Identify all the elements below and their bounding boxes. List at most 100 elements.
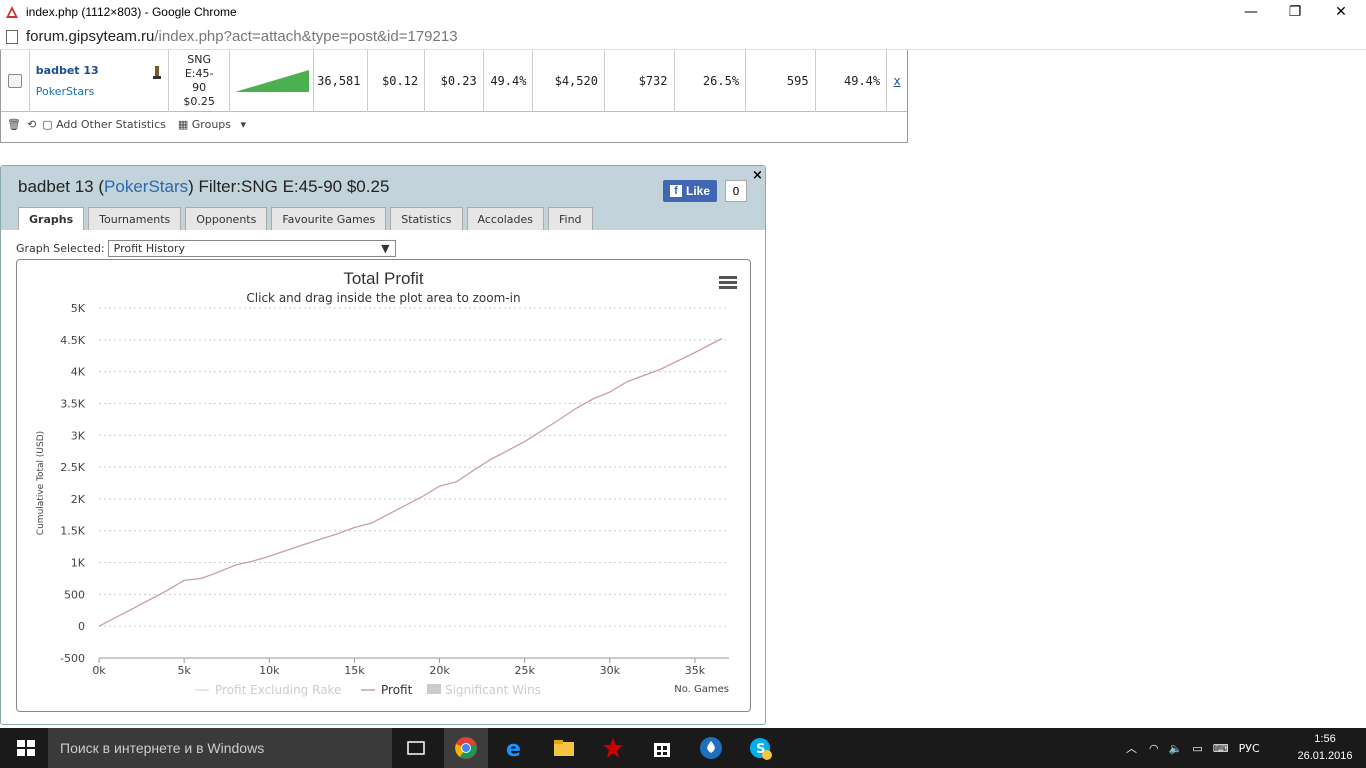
system-tray: ︿ ◠ 🔈 ▭ ⌨ РУС xyxy=(1126,728,1260,768)
tab-opponents[interactable]: Opponents xyxy=(185,207,268,230)
chrome-page-icon xyxy=(6,6,18,18)
y-tick-label: 2.5K xyxy=(60,461,85,474)
y-tick-label: 1.5K xyxy=(60,525,85,538)
x-tick-label: 0k xyxy=(92,664,106,677)
skype-icon[interactable]: S xyxy=(748,736,772,760)
y-tick-label: 4K xyxy=(71,366,86,379)
profit-cell: $4,520 xyxy=(533,50,605,112)
page-icon xyxy=(6,29,18,44)
legend-item[interactable]: Significant Wins xyxy=(445,683,541,697)
y-tick-label: 3K xyxy=(71,429,86,442)
url-text[interactable]: forum.gipsyteam.ru/index.php?act=attach&… xyxy=(26,28,458,45)
y-tick-label: 5K xyxy=(71,302,86,315)
tab-find[interactable]: Find xyxy=(547,207,593,230)
task-view-icon[interactable] xyxy=(404,736,428,760)
taskbar-clock[interactable]: 1:56 26.01.2016 xyxy=(1292,731,1358,765)
chrome-icon[interactable] xyxy=(454,736,478,760)
svg-text:e: e xyxy=(506,737,521,760)
y-tick-label: 3.5K xyxy=(60,397,85,410)
edge-icon[interactable]: e xyxy=(503,736,527,760)
groups-dropdown[interactable]: ▦ Groups ▾ xyxy=(178,118,246,131)
row-checkbox[interactable] xyxy=(7,74,22,88)
close-icon: ✕ xyxy=(1335,4,1347,20)
y-tick-label: 4.5K xyxy=(60,334,85,347)
close-profile-button[interactable]: × xyxy=(752,168,763,183)
x-axis-label: No. Games xyxy=(674,684,729,695)
stats-toolbar: 🗑 ⟲ ▢ Add Other Statistics ▦ Groups ▾ xyxy=(7,118,252,131)
remove-row-link[interactable]: x xyxy=(893,74,900,88)
profile-site-link[interactable]: PokerStars xyxy=(104,177,188,196)
network-icon[interactable]: ◠ xyxy=(1149,742,1159,755)
graph-select-dropdown[interactable]: Profit History ▼ xyxy=(107,240,396,257)
dropdown-arrow-icon: ▼ xyxy=(381,242,390,255)
window-titlebar: index.php (1112×803) - Google Chrome — ❐… xyxy=(0,0,1366,24)
pokerstars-icon[interactable] xyxy=(601,736,625,760)
sparkline-graph xyxy=(234,70,309,92)
tab-favourite-games[interactable]: Favourite Games xyxy=(271,207,387,230)
add-stats-button[interactable]: ▢ Add Other Statistics xyxy=(42,118,172,131)
player-site-link[interactable]: PokerStars xyxy=(36,85,95,98)
trash-icon[interactable]: 🗑 xyxy=(7,118,21,131)
profile-tabs: Graphs Tournaments Opponents Favourite G… xyxy=(18,207,597,230)
x-tick-label: 20k xyxy=(429,664,450,677)
close-window-button[interactable]: ✕ xyxy=(1318,0,1364,24)
x-tick-label: 35k xyxy=(685,664,706,677)
graph-selector: Graph Selected: Profit History ▼ xyxy=(16,240,396,257)
profile-title: badbet 13 (PokerStars) Filter:SNG E:45-9… xyxy=(18,177,390,196)
facebook-like-button[interactable]: f Like xyxy=(663,180,717,202)
filter-cell: SNG E:45- 90 $0.25 xyxy=(169,50,231,112)
volume-icon[interactable]: 🔈 xyxy=(1169,742,1183,755)
chess-piece-icon xyxy=(152,66,161,79)
profile-window: badbet 13 (PokerStars) Filter:SNG E:45-9… xyxy=(0,165,766,725)
itm-cell: 26.5% xyxy=(675,50,747,112)
minimize-button[interactable]: — xyxy=(1228,0,1274,24)
language-indicator[interactable]: РУС xyxy=(1239,742,1260,755)
tab-statistics[interactable]: Statistics xyxy=(390,207,463,230)
profile-header: badbet 13 (PokerStars) Filter:SNG E:45-9… xyxy=(1,166,765,230)
window-title: index.php (1112×803) - Google Chrome xyxy=(26,5,237,19)
avg-stake-cell: $0.12 xyxy=(368,50,426,112)
restore-button[interactable]: ❐ xyxy=(1272,0,1318,24)
chart-container[interactable]: Total Profit Click and drag inside the p… xyxy=(16,259,751,712)
x-tick-label: 30k xyxy=(600,664,621,677)
stats-table: badbet 13 PokerStars SNG E:45- 90 $0.25 … xyxy=(0,50,908,143)
tray-chevron-icon[interactable]: ︿ xyxy=(1126,740,1137,756)
keyboard-icon[interactable]: ⌨ xyxy=(1213,742,1229,755)
refresh-icon[interactable]: ⟲ xyxy=(27,118,36,131)
series-line-profit xyxy=(98,337,723,627)
rake-cell: $732 xyxy=(605,50,675,112)
x-tick-label: 15k xyxy=(344,664,365,677)
table-row: badbet 13 PokerStars SNG E:45- 90 $0.25 … xyxy=(1,50,907,112)
file-explorer-icon[interactable] xyxy=(552,736,576,760)
x-tick-label: 5k xyxy=(177,664,191,677)
y-tick-label: 1K xyxy=(71,557,86,570)
y-tick-label: 0 xyxy=(78,620,85,633)
facebook-icon: f xyxy=(669,185,682,197)
games-cell: 36,581 xyxy=(314,50,368,112)
windows-start-icon[interactable] xyxy=(14,736,38,760)
tab-graphs[interactable]: Graphs xyxy=(18,207,85,230)
profit-chart[interactable]: -500 0 500 1K 1.5K 2K 2.5K 3K 3.5K 4K 4.5K 5K 0k 5k 10… xyxy=(17,260,750,711)
y-tick-label: 500 xyxy=(64,588,85,601)
store-icon[interactable] xyxy=(650,736,674,760)
notification-icon[interactable]: ▭ xyxy=(1192,742,1202,755)
pct-cell: 49.4% xyxy=(816,50,888,112)
sparkline-cell xyxy=(230,50,314,112)
avg-profit-cell: $0.23 xyxy=(425,50,484,112)
rank-cell: 595 xyxy=(746,50,816,112)
like-count: 0 xyxy=(725,180,747,202)
address-bar[interactable]: forum.gipsyteam.ru/index.php?act=attach&… xyxy=(0,24,1366,50)
y-tick-label: 2K xyxy=(71,493,86,506)
tab-tournaments[interactable]: Tournaments xyxy=(88,207,182,230)
poker-app-icon[interactable] xyxy=(699,736,723,760)
legend-item[interactable]: Profit Excluding Rake xyxy=(215,683,341,697)
legend-swatch xyxy=(427,684,441,694)
taskbar: Поиск в интернете и в Windows e S ︿ ◠ 🔈 … xyxy=(0,728,1366,768)
roi-cell: 49.4% xyxy=(484,50,534,112)
minimize-icon: — xyxy=(1244,4,1258,20)
player-name-link[interactable]: badbet 13 xyxy=(36,64,99,77)
taskbar-search-input[interactable]: Поиск в интернете и в Windows xyxy=(48,728,392,768)
tab-accolades[interactable]: Accolades xyxy=(466,207,544,230)
x-tick-label: 10k xyxy=(259,664,280,677)
legend-item[interactable]: Profit xyxy=(381,683,413,697)
